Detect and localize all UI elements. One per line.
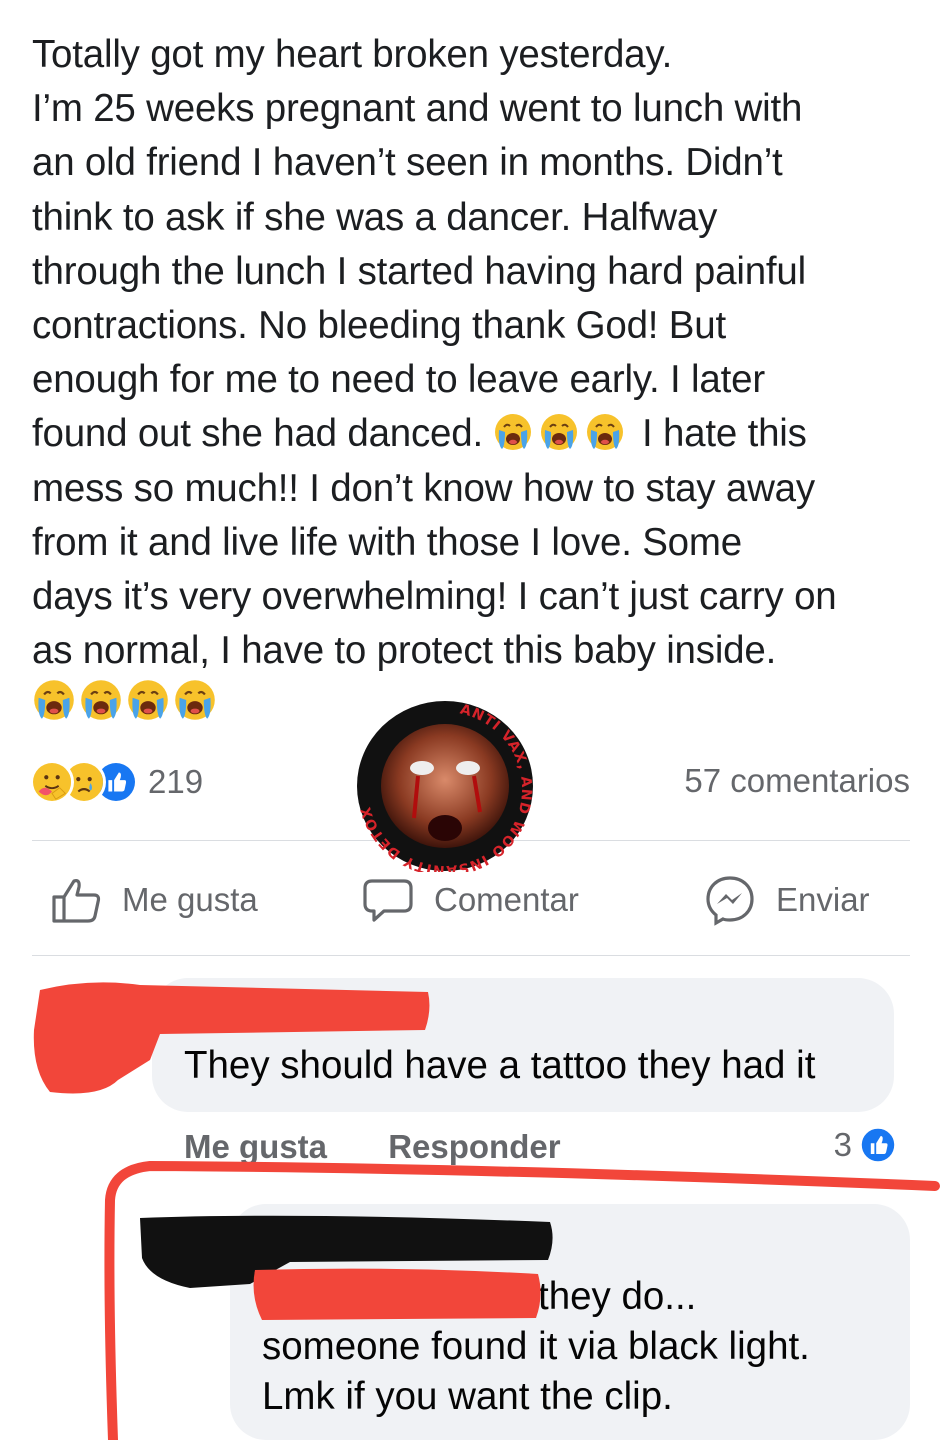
comment-bubble-icon: [363, 879, 413, 922]
reply-text: they do... someone found it via black li…: [262, 1272, 810, 1422]
comment-reply-button[interactable]: Responder: [388, 1128, 560, 1165]
post-line-part: I hate this: [641, 412, 807, 456]
post-line: think to ask if she was a dancer. Halfwa…: [32, 195, 718, 239]
watermark-logo: ANTI VAX, AND WOO INSANITY DETOX: [357, 701, 533, 872]
post-line: found out she had danced. I hate this: [32, 407, 922, 461]
divider: [32, 955, 910, 956]
thumbs-up-icon: [52, 879, 101, 923]
crying-face-icon: [539, 412, 579, 452]
reaction-summary[interactable]: 219: [30, 758, 203, 806]
post-line: Totally got my heart broken yesterday.: [32, 33, 673, 76]
post-line: enough for me to need to leave early. I …: [32, 358, 765, 402]
comments-count-link[interactable]: 57 comentarios: [684, 762, 910, 800]
like-label: Me gusta: [122, 881, 258, 918]
crying-face-icon: [32, 678, 76, 722]
post-action-bar: Me gusta Comentar Enviar: [0, 868, 942, 932]
send-label: Enviar: [776, 881, 870, 918]
post-line: mess so much!! I don’t know how to stay …: [32, 466, 815, 510]
reaction-count: 219: [148, 763, 204, 800]
like-reaction-icon: [860, 1127, 896, 1163]
comment-like-button[interactable]: Me gusta: [184, 1128, 327, 1165]
reply-line: Lmk if you want the clip.: [262, 1375, 673, 1418]
comment-text: They should have a tattoo they had it: [184, 1044, 816, 1087]
comment-label: Comentar: [434, 881, 579, 918]
crying-face-icon: [173, 678, 217, 722]
comment-like-count[interactable]: 3: [834, 1126, 896, 1164]
like-button[interactable]: Me gusta: [50, 868, 258, 932]
post-body: Totally got my heart broken yesterday. I…: [32, 28, 922, 678]
crying-face-icon: [585, 412, 625, 452]
post-line: through the lunch I started having hard …: [32, 249, 806, 293]
crying-emoji-row: [32, 678, 220, 726]
post-line: an old friend I haven’t seen in months. …: [32, 141, 783, 185]
comment-button[interactable]: Comentar: [362, 868, 579, 932]
post-line: I’m 25 weeks pregnant and went to lunch …: [32, 87, 803, 131]
crying-face-icon: [126, 678, 170, 722]
reply-line: someone found it via black light.: [262, 1325, 810, 1368]
post-line: as normal, I have to protect this baby i…: [32, 629, 777, 673]
care-reaction-icon: [30, 760, 74, 804]
comment-actions: Me gusta Responder: [184, 1128, 613, 1166]
send-button[interactable]: Enviar: [704, 868, 870, 932]
post-line: days it’s very overwhelming! I can’t jus…: [32, 575, 837, 619]
crying-face-icon: [493, 412, 533, 452]
comment-like-number: 3: [833, 1126, 852, 1163]
crying-face-icon: [79, 678, 123, 722]
post-line: from it and live life with those I love.…: [32, 520, 742, 564]
post-line: contractions. No bleeding thank God! But: [32, 304, 726, 348]
messenger-icon: [706, 876, 754, 926]
reply-line: they do...: [538, 1275, 697, 1318]
post-line-part: found out she had danced.: [32, 412, 483, 456]
